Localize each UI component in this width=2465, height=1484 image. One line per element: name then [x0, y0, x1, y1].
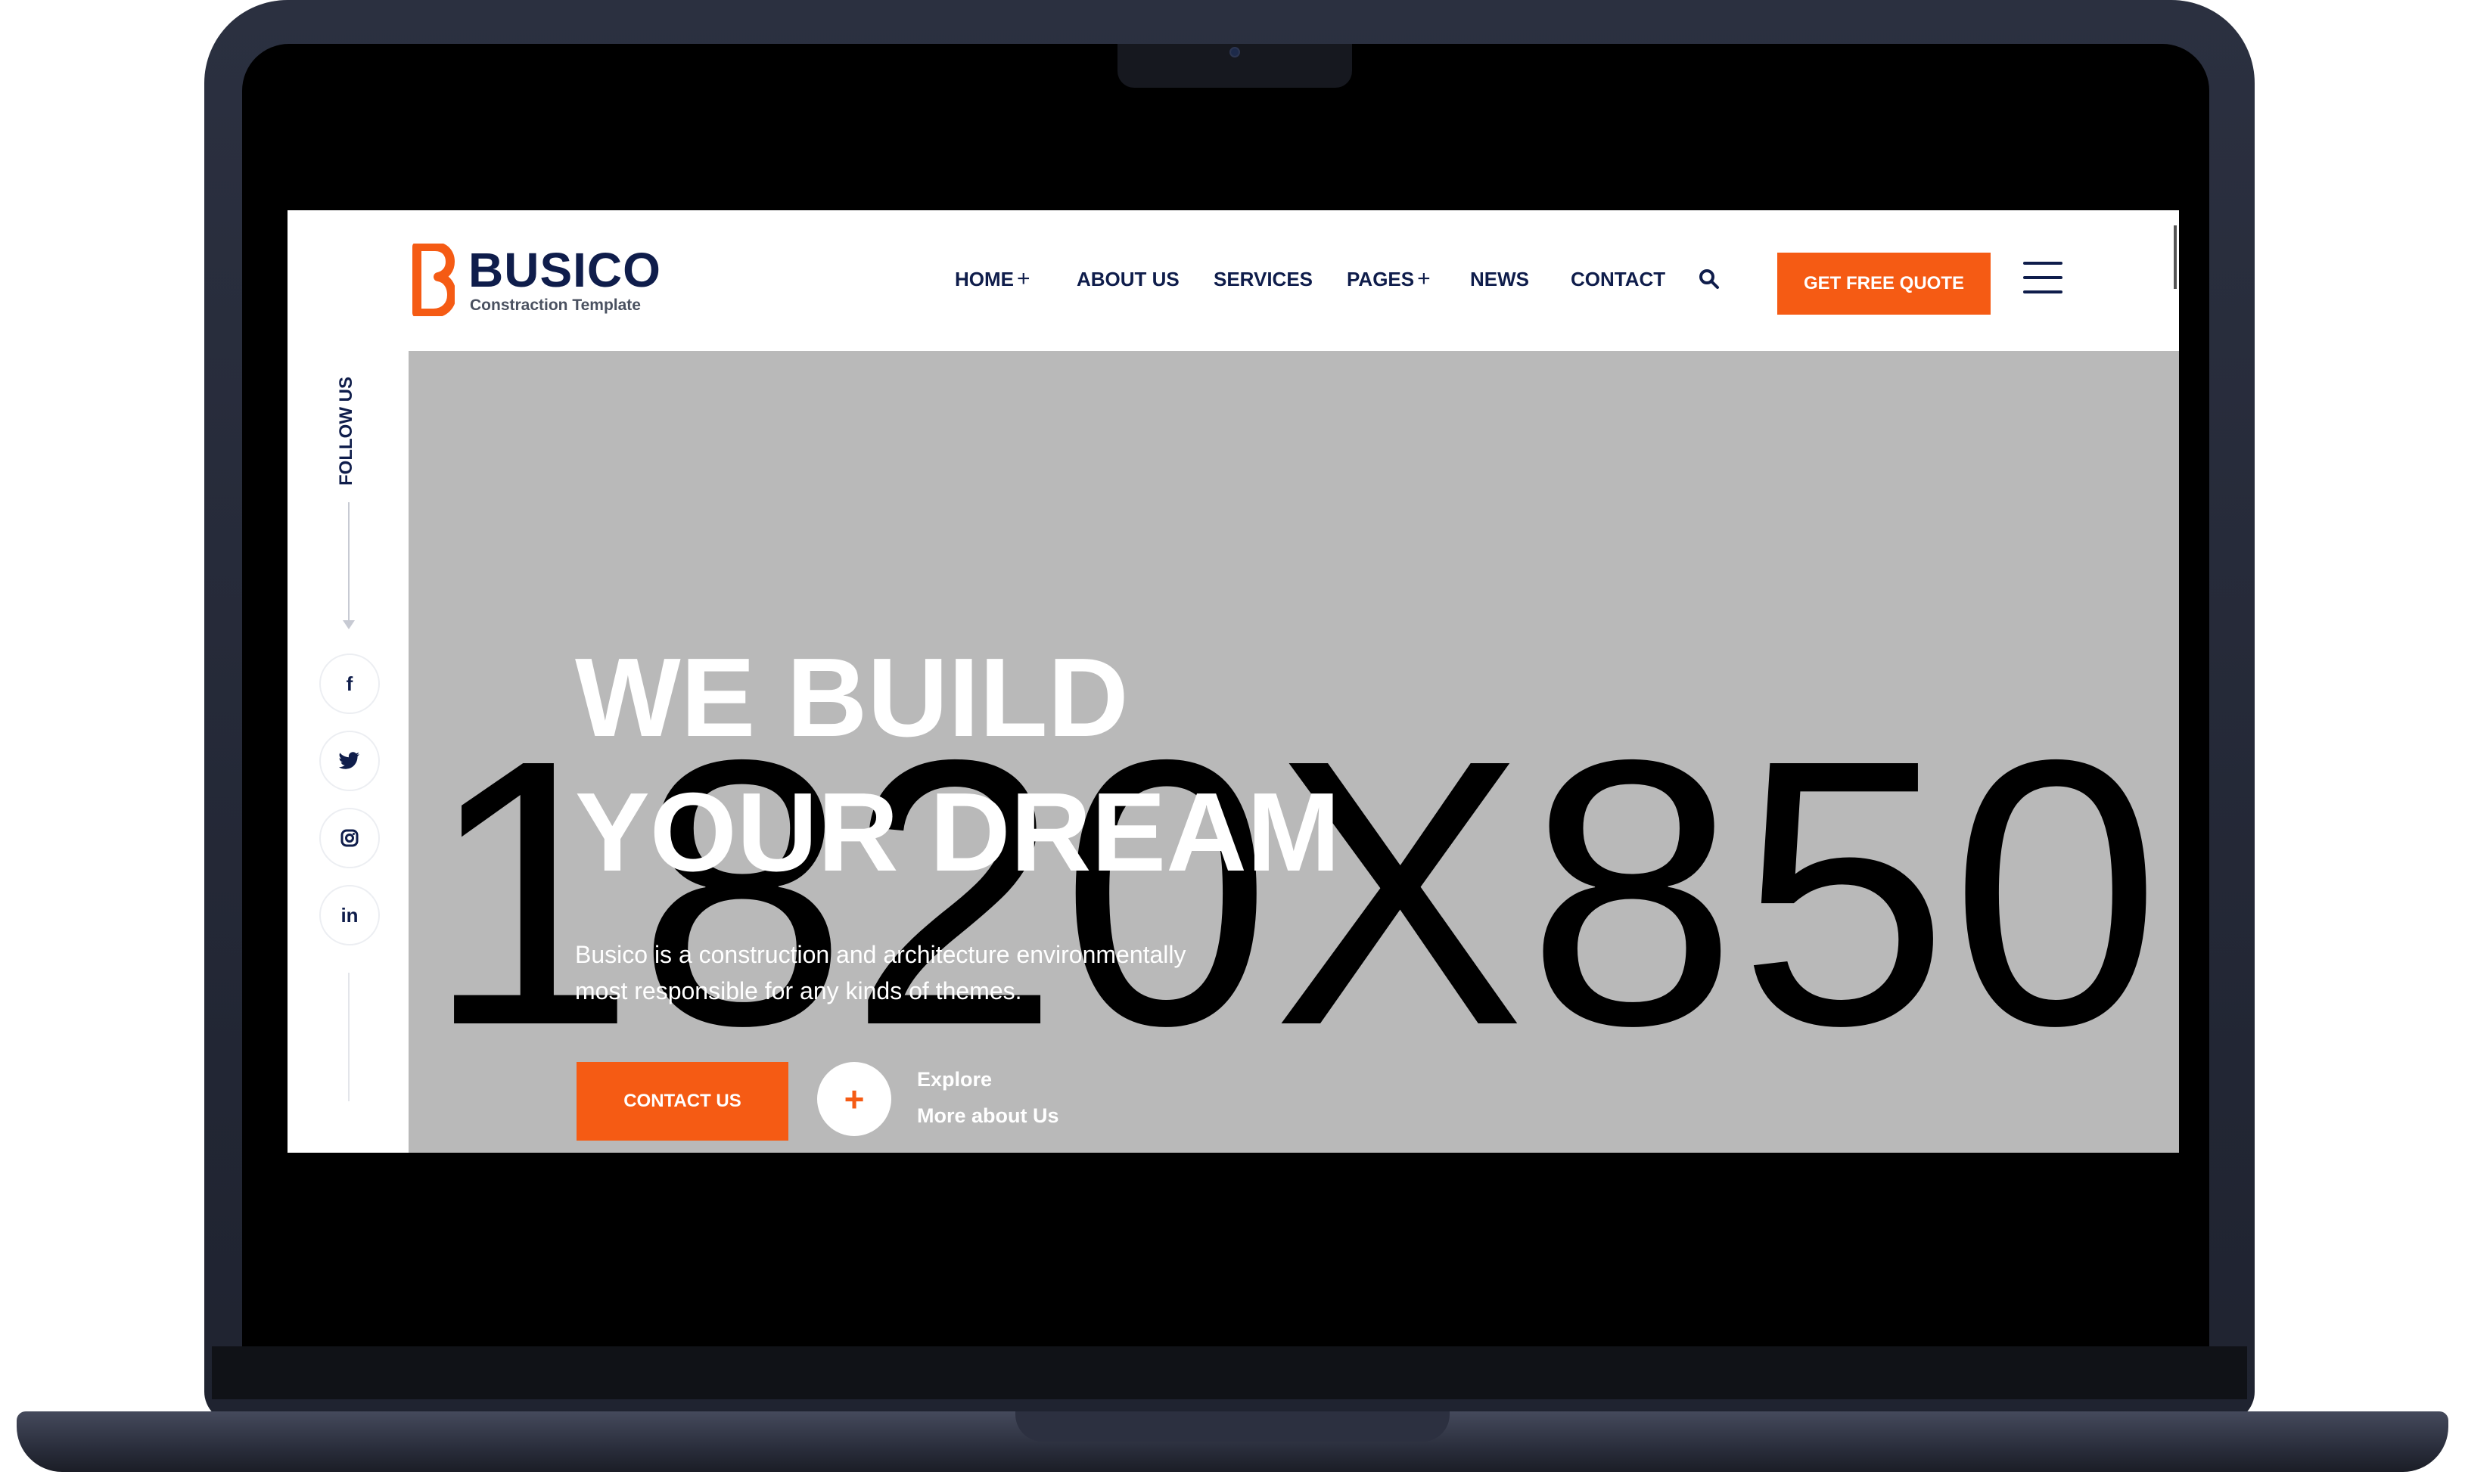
- twitter-button[interactable]: [319, 731, 380, 791]
- website-screen: BUSICO Constraction Template HOME + ABOUT…: [288, 210, 2179, 1153]
- site-header: BUSICO Constraction Template HOME + ABOUT…: [288, 210, 2179, 351]
- follow-divider: [348, 502, 350, 623]
- hero-title-line: WE BUILD: [575, 635, 1129, 760]
- sidebar-divider: [348, 973, 350, 1101]
- linkedin-icon: in: [340, 903, 359, 927]
- nav-item-label: ABOUT US: [1077, 268, 1180, 290]
- social-sidebar: FOLLOW US f in: [288, 351, 409, 1153]
- logo-tagline: Constraction Template: [470, 296, 641, 314]
- nav-item-home[interactable]: HOME +: [955, 266, 1030, 291]
- explore-plus-button[interactable]: +: [817, 1062, 891, 1136]
- arrow-down-icon: [343, 620, 355, 629]
- submenu-plus-icon: +: [1417, 266, 1431, 291]
- search-icon[interactable]: [1698, 268, 1721, 290]
- more-about-us-link[interactable]: More about Us: [917, 1104, 1059, 1128]
- linkedin-button[interactable]: in: [319, 885, 380, 945]
- hero-title-line: YOUR DREAM: [575, 770, 1341, 895]
- camera-icon: [1229, 47, 1240, 57]
- nav-item-about-us[interactable]: ABOUT US: [1077, 268, 1180, 290]
- instagram-button[interactable]: [319, 808, 380, 868]
- laptop-chin: [212, 1346, 2247, 1399]
- hero-title: WE BUILD YOUR DREAM: [575, 631, 1340, 900]
- laptop-base-lip: [1015, 1411, 1450, 1442]
- logo-name: BUSICO: [468, 243, 661, 297]
- instagram-icon: [340, 829, 359, 847]
- nav-item-label: NEWS: [1470, 268, 1529, 290]
- twitter-icon: [339, 752, 359, 769]
- nav-item-label: HOME: [955, 268, 1014, 290]
- get-free-quote-button[interactable]: GET FREE QUOTE: [1777, 253, 1991, 315]
- submenu-plus-icon: +: [1017, 266, 1030, 291]
- hero-description: Busico is a construction and architectur…: [575, 941, 1186, 1004]
- hero-section: 1820X850 WE BUILD YOUR DREAM Busico is a…: [409, 351, 2179, 1153]
- facebook-icon: f: [346, 672, 353, 695]
- site-logo[interactable]: BUSICO Constraction Template: [412, 244, 662, 319]
- scrollbar[interactable]: [2174, 225, 2177, 289]
- nav-item-pages[interactable]: PAGES +: [1347, 266, 1431, 291]
- nav-item-label: SERVICES: [1214, 268, 1313, 290]
- nav-item-news[interactable]: NEWS: [1470, 268, 1529, 290]
- nav-item-contact[interactable]: CONTACT: [1571, 268, 1665, 290]
- nav-item-services[interactable]: SERVICES: [1214, 268, 1313, 290]
- contact-us-button[interactable]: CONTACT US: [577, 1062, 788, 1141]
- facebook-button[interactable]: f: [319, 654, 380, 714]
- nav-item-label: PAGES: [1347, 268, 1415, 290]
- nav-item-label: CONTACT: [1571, 268, 1666, 290]
- explore-label[interactable]: Explore: [917, 1068, 992, 1091]
- logo-mark-icon: [412, 244, 455, 316]
- follow-us-label: FOLLOW US: [336, 377, 356, 486]
- hamburger-menu-icon[interactable]: [2023, 262, 2062, 298]
